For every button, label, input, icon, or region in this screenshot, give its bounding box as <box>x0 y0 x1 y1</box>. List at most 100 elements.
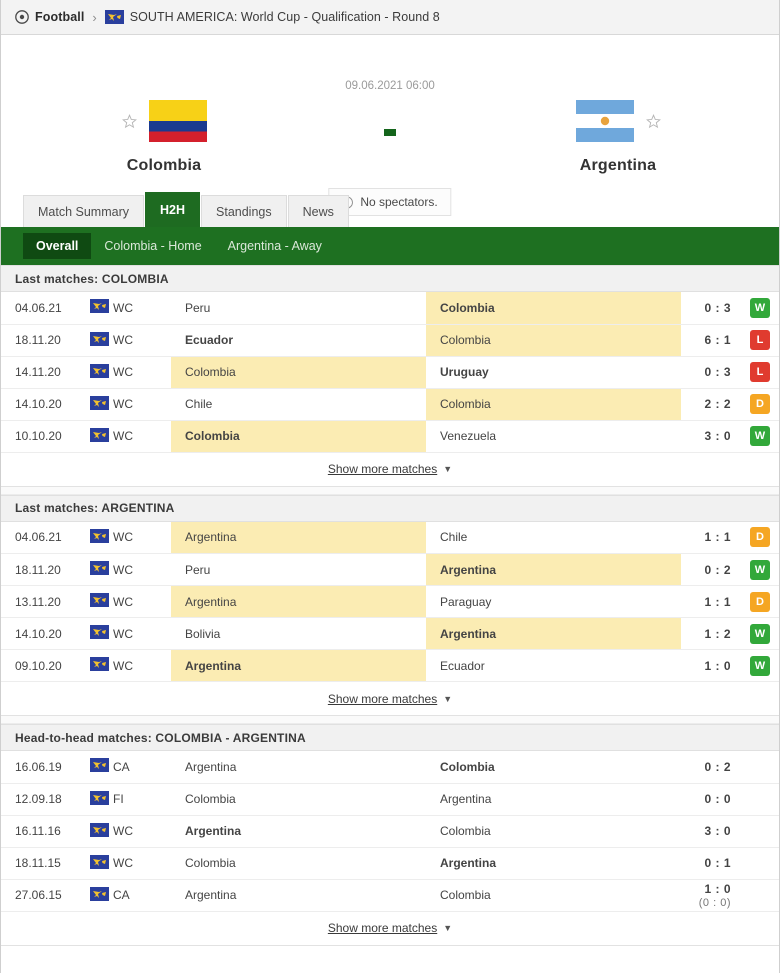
final-score: 1 : 1 <box>704 530 731 545</box>
away-team-cell[interactable]: Uruguay <box>426 356 681 388</box>
match-header: 09.06.2021 06:00 Colombia Argentina No s… <box>1 35 779 216</box>
section-title-label: Last matches: COLOMBIA <box>15 271 169 286</box>
match-date: 14.10.20 <box>15 626 62 641</box>
conmebol-flag-icon <box>89 561 109 575</box>
score-cell: 1 : 0 (0 : 0) <box>681 879 741 911</box>
away-team-cell[interactable]: Colombia <box>426 815 681 847</box>
show-more-matches-button[interactable]: Show more matches ▼ <box>1 911 779 946</box>
tab-label: Match Summary <box>38 204 129 219</box>
sub-tabs: Overall Colombia - Home Argentina - Away <box>1 227 779 265</box>
competition-code: FI <box>113 792 124 806</box>
away-team-cell[interactable]: Colombia <box>426 324 681 356</box>
home-team-cell[interactable]: Ecuador <box>171 324 426 356</box>
away-team-cell[interactable]: Colombia <box>426 751 681 783</box>
away-team-cell[interactable]: Colombia <box>426 292 681 324</box>
home-team-cell[interactable]: Peru <box>171 554 426 586</box>
subtab-colombia-home[interactable]: Colombia - Home <box>91 233 214 259</box>
breadcrumb-sport[interactable]: Football <box>35 10 84 24</box>
competition-flag-cell <box>85 292 113 324</box>
competition-code: WC <box>113 365 133 379</box>
table-row[interactable]: 18.11.20 WC Peru Argentina 0 : 2 W <box>1 553 779 586</box>
status-badge: D <box>750 527 770 548</box>
result-cell-empty <box>741 879 779 911</box>
away-team-cell[interactable]: Argentina <box>426 783 681 815</box>
home-team-cell[interactable]: Argentina <box>171 649 426 682</box>
section-header: Last matches: ARGENTINA <box>1 494 779 522</box>
show-more-label: Show more matches <box>327 462 438 476</box>
home-team-cell[interactable]: Colombia <box>171 420 426 452</box>
home-team-cell[interactable]: Argentina <box>171 751 426 783</box>
away-team-cell[interactable]: Chile <box>426 522 681 554</box>
home-team-cell[interactable]: Peru <box>171 292 426 324</box>
table-row[interactable]: 12.09.18 FI Colombia Argentina 0 : 0 <box>1 783 779 815</box>
score-cell: 0 : 2 <box>681 751 741 783</box>
home-team-name[interactable]: Colombia <box>127 157 202 175</box>
match-date: 27.06.15 <box>15 888 62 902</box>
chevron-down-icon: ▼ <box>443 693 453 704</box>
home-team-cell[interactable]: Colombia <box>171 356 426 388</box>
matches-table: 04.06.21 WC Argentina Chile 1 : 1 D 18.11.20 WC… <box>1 521 779 683</box>
table-row[interactable]: 16.06.19 CA Argentina Colombia 0 : 2 <box>1 751 779 783</box>
away-team-cell[interactable]: Argentina <box>426 617 681 650</box>
table-row[interactable]: 18.11.20 WC Ecuador Colombia 6 : 1 L <box>1 324 779 356</box>
table-row[interactable]: 13.11.20 WC Argentina Paraguay 1 : 1 D <box>1 585 779 618</box>
result-cell: W <box>741 292 779 324</box>
show-more-matches-button[interactable]: Show more matches ▼ <box>1 682 779 716</box>
tab-label: H2H <box>160 203 186 217</box>
conmebol-flag-icon <box>89 363 109 378</box>
away-team-cell[interactable]: Argentina <box>426 847 681 879</box>
tab-h2h[interactable]: H2H <box>145 192 201 227</box>
table-row[interactable]: 16.11.16 WC Argentina Colombia 3 : 0 <box>1 815 779 847</box>
away-team-cell[interactable]: Paraguay <box>426 586 681 618</box>
away-team-cell[interactable]: Colombia <box>426 879 681 911</box>
score-cell: 3 : 0 <box>681 815 741 847</box>
away-team-cell[interactable]: Argentina <box>426 553 681 586</box>
home-team-cell[interactable]: Chile <box>171 388 426 420</box>
match-date: 16.06.19 <box>15 759 62 774</box>
show-more-matches-button[interactable]: Show more matches ▼ <box>1 452 779 487</box>
tab-standings[interactable]: Standings <box>201 195 287 227</box>
away-team-cell[interactable]: Colombia <box>426 388 681 420</box>
away-team-name[interactable]: Argentina <box>580 157 656 175</box>
home-team-cell[interactable]: Colombia <box>171 847 426 879</box>
show-more-label: Show more matches <box>327 691 438 706</box>
match-date: 18.11.15 <box>15 856 61 870</box>
subtab-argentina-away[interactable]: Argentina - Away <box>215 233 335 259</box>
subtab-overall[interactable]: Overall <box>23 233 92 259</box>
matches-table: 16.06.19 CA Argentina Colombia 0 : 2 12.09.18… <box>1 751 779 912</box>
final-score: 1 : 2 <box>704 626 731 641</box>
conmebol-flag-icon <box>89 593 109 607</box>
home-team-cell[interactable]: Argentina <box>171 521 426 554</box>
tab-news[interactable]: News <box>287 195 349 227</box>
table-row[interactable]: 14.11.20 WC Colombia Uruguay 0 : 3 L <box>1 356 779 388</box>
home-team-cell[interactable]: Argentina <box>171 879 426 911</box>
table-row[interactable]: 04.06.21 WC Argentina Chile 1 : 1 D <box>1 521 779 554</box>
home-team-cell[interactable]: Colombia <box>171 783 426 815</box>
final-score: 6 : 1 <box>704 333 731 347</box>
subtab-label: Overall <box>36 239 79 253</box>
chevron-down-icon: ▼ <box>443 923 453 933</box>
show-more-label: Show more matches <box>327 921 438 935</box>
table-row[interactable]: 14.10.20 WC Chile Colombia 2 : 2 D <box>1 388 779 420</box>
match-date: 18.11.20 <box>15 562 61 577</box>
table-row[interactable]: 04.06.21 WC Peru Colombia 0 : 3 W <box>1 292 779 324</box>
table-row[interactable]: 09.10.20 WC Argentina Ecuador 1 : 0 W <box>1 649 779 682</box>
table-row[interactable]: 10.10.20 WC Colombia Venezuela 3 : 0 W <box>1 420 779 452</box>
home-team-cell[interactable]: Argentina <box>171 585 426 618</box>
home-team-cell[interactable]: Argentina <box>171 815 426 847</box>
final-score: 0 : 1 <box>704 856 731 870</box>
result-cell: D <box>741 388 779 420</box>
breadcrumb-tournament[interactable]: SOUTH AMERICA: World Cup - Qualification… <box>130 10 440 24</box>
table-row[interactable]: 14.10.20 WC Bolivia Argentina 1 : 2 W <box>1 617 779 650</box>
star-outline-icon[interactable] <box>645 113 661 129</box>
away-team-cell[interactable]: Ecuador <box>426 650 681 682</box>
away-team-cell[interactable]: Venezuela <box>426 420 681 452</box>
score-dash-bar <box>384 129 396 136</box>
home-team-cell[interactable]: Bolivia <box>171 618 426 650</box>
section-title-label: Last matches: ARGENTINA <box>15 501 175 515</box>
tab-match-summary[interactable]: Match Summary <box>23 195 144 227</box>
table-row[interactable]: 18.11.15 WC Colombia Argentina 0 : 1 <box>1 847 779 879</box>
table-row[interactable]: 27.06.15 CA Argentina Colombia 1 : 0 (0 : 0) <box>1 879 779 911</box>
competition-flag-cell <box>85 324 113 356</box>
conmebol-flag-icon <box>89 299 109 314</box>
